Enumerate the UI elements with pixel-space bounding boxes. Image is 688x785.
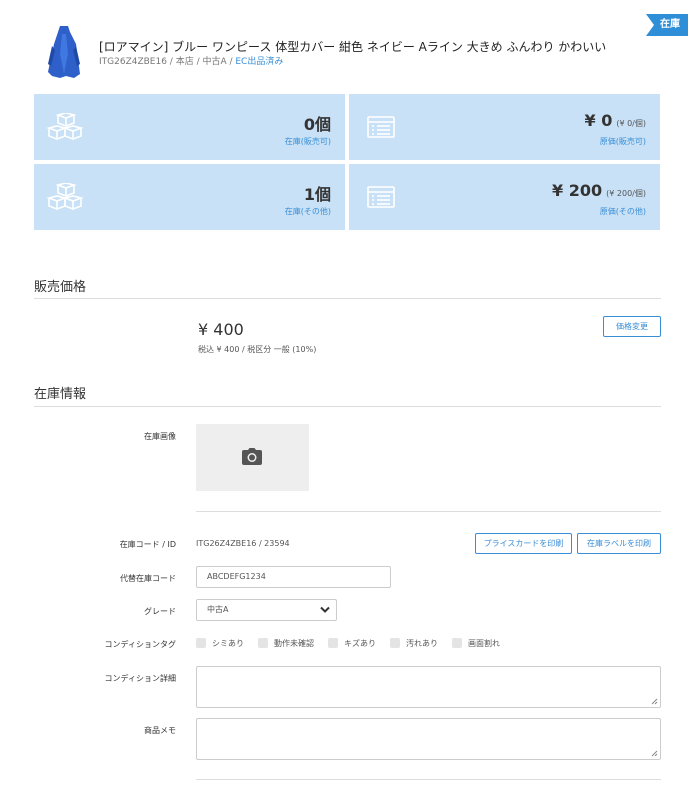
divider bbox=[34, 406, 661, 407]
list-icon bbox=[367, 186, 395, 208]
camera-icon bbox=[242, 448, 262, 465]
condition-detail-label: コンディション詳細 bbox=[104, 674, 176, 683]
product-title: [ロアマイン] ブルー ワンピース 体型カバー 紺色 ネイビー Aライン 大きめ… bbox=[99, 40, 607, 54]
condition-tag-checkbox[interactable]: 画面割れ bbox=[452, 636, 500, 650]
checkbox[interactable] bbox=[390, 638, 400, 648]
stat-card-cost-sellable: ¥ 0 (¥ 0/個) 原価(販売可) bbox=[349, 94, 660, 160]
resize-grip-icon[interactable] bbox=[650, 749, 658, 757]
stat-value-main: 0個 bbox=[303, 115, 331, 134]
product-meta-text: ITG26Z4ZBE16 / 本店 / 中古A / bbox=[99, 57, 236, 67]
cubes-icon bbox=[46, 113, 84, 141]
condition-tag-label: キズあり bbox=[344, 638, 376, 648]
checkbox[interactable] bbox=[196, 638, 206, 648]
stat-card-stock-other: 1個 在庫(その他) bbox=[34, 164, 345, 230]
stat-value: ¥ 200 (¥ 200/個) bbox=[552, 181, 646, 200]
stat-value: 0個 bbox=[304, 111, 331, 135]
checkbox[interactable] bbox=[328, 638, 338, 648]
alt-code-label: 代替在庫コード bbox=[120, 574, 176, 583]
condition-tag-checkbox[interactable]: シミあり bbox=[196, 636, 244, 650]
resize-grip-icon[interactable] bbox=[650, 697, 658, 705]
condition-tags: シミあり 動作未確認 キズあり 汚れあり 画面割れ bbox=[196, 636, 514, 650]
product-header: [ロアマイン] ブルー ワンピース 体型カバー 紺色 ネイビー Aライン 大きめ… bbox=[46, 20, 646, 80]
stat-value: 1個 bbox=[304, 181, 331, 205]
stat-value-sub: (¥ 0/個) bbox=[616, 119, 646, 128]
stock-code-value: ITG26Z4ZBE16 / 23594 bbox=[196, 539, 290, 548]
stat-label: 在庫(その他) bbox=[284, 207, 331, 216]
condition-tag-checkbox[interactable]: 動作未確認 bbox=[258, 636, 314, 650]
condition-tags-label: コンディションタグ bbox=[104, 640, 176, 649]
stat-value-main: 1個 bbox=[303, 185, 331, 204]
list-icon bbox=[367, 116, 395, 138]
grade-select[interactable]: 中古A bbox=[196, 599, 337, 621]
stock-section-title: 在庫情報 bbox=[34, 387, 87, 402]
stat-card-stock-sellable: 0個 在庫(販売可) bbox=[34, 94, 345, 160]
product-meta: ITG26Z4ZBE16 / 本店 / 中古A / EC出品済み bbox=[99, 54, 283, 67]
stock-image-label: 在庫画像 bbox=[144, 432, 176, 441]
print-stock-label-button[interactable]: 在庫ラベルを印刷 bbox=[577, 533, 661, 554]
sale-price: ¥ 400 bbox=[198, 320, 244, 339]
stat-card-cost-other: ¥ 200 (¥ 200/個) 原価(その他) bbox=[349, 164, 660, 230]
condition-tag-label: 汚れあり bbox=[406, 638, 438, 648]
condition-tag-label: 動作未確認 bbox=[274, 638, 314, 648]
checkbox[interactable] bbox=[258, 638, 268, 648]
ec-status-link[interactable]: EC出品済み bbox=[235, 57, 283, 67]
stat-value: ¥ 0 (¥ 0/個) bbox=[584, 111, 646, 130]
stat-value-main: ¥ 0 bbox=[584, 111, 613, 130]
memo-textarea[interactable] bbox=[196, 718, 661, 760]
stat-value-main: ¥ 200 bbox=[552, 181, 603, 200]
stat-label: 原価(販売可) bbox=[599, 137, 646, 146]
product-thumbnail bbox=[48, 26, 80, 78]
stat-value-sub: (¥ 200/個) bbox=[606, 189, 646, 198]
stock-image-upload[interactable] bbox=[196, 424, 309, 491]
condition-tag-label: 画面割れ bbox=[468, 638, 500, 648]
divider bbox=[196, 511, 661, 512]
stock-stats: 0個 在庫(販売可) ¥ 0 (¥ 0/個) 原価(販売可) 1個 在庫(その他)… bbox=[34, 94, 661, 230]
pricing-section-title: 販売価格 bbox=[34, 280, 87, 295]
status-badge: 在庫 bbox=[646, 14, 688, 36]
change-price-button[interactable]: 価格変更 bbox=[603, 316, 661, 337]
stat-label: 原価(その他) bbox=[599, 207, 646, 216]
stock-code-label: 在庫コード / ID bbox=[119, 540, 176, 549]
checkbox[interactable] bbox=[452, 638, 462, 648]
tax-note: 税込 ¥ 400 / 税区分 一般 (10%) bbox=[198, 345, 317, 354]
condition-tag-label: シミあり bbox=[212, 638, 244, 648]
condition-detail-textarea[interactable] bbox=[196, 666, 661, 708]
cubes-icon bbox=[46, 183, 84, 211]
condition-tag-checkbox[interactable]: キズあり bbox=[328, 636, 376, 650]
divider bbox=[196, 779, 661, 780]
memo-label: 商品メモ bbox=[144, 726, 176, 735]
grade-select-value: 中古A bbox=[207, 605, 229, 614]
chevron-down-icon bbox=[320, 606, 330, 613]
condition-tag-checkbox[interactable]: 汚れあり bbox=[390, 636, 438, 650]
print-price-card-button[interactable]: プライスカードを印刷 bbox=[475, 533, 572, 554]
grade-label: グレード bbox=[144, 607, 176, 616]
alt-code-input[interactable]: ABCDEFG1234 bbox=[196, 566, 391, 588]
stat-label: 在庫(販売可) bbox=[284, 137, 331, 146]
divider bbox=[34, 298, 661, 299]
